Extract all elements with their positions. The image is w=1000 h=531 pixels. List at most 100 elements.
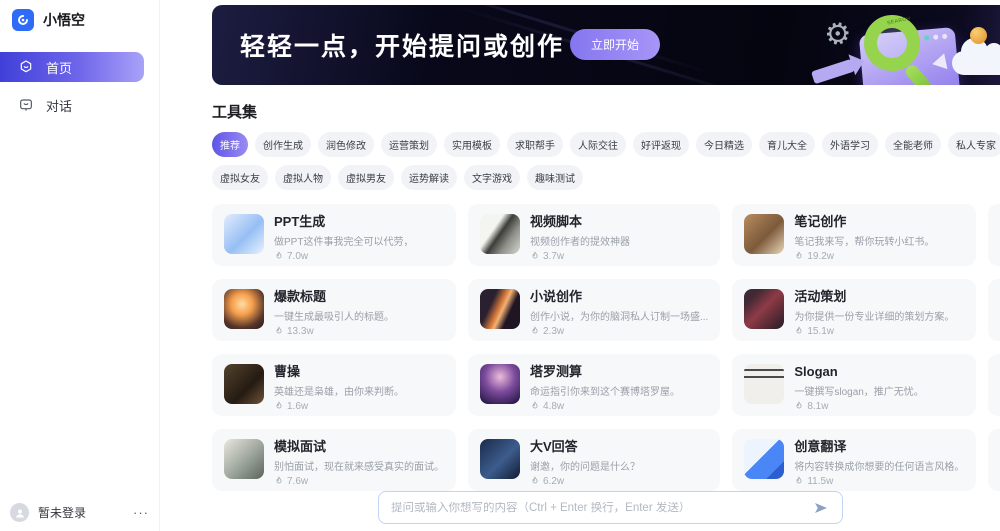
tool-card-girl-next-door[interactable]: 邻家妹妹 有这样的女朋友真是有福气呀~ 4.5w [988,204,1000,266]
user-avatar-icon[interactable] [10,503,29,522]
orange-ball-art [970,27,987,44]
tag-pill[interactable]: 全能老师 [885,132,941,157]
sidebar-item-chat[interactable]: 对话 [0,90,144,120]
tag-pill-active[interactable]: 推荐 [212,132,248,157]
flame-icon [794,326,804,336]
sidebar-nav: 首页 对话 [0,52,159,120]
flame-icon [274,251,284,261]
tag-pill[interactable]: 虚拟人物 [275,165,331,190]
tool-thumbnail [744,289,784,329]
section-title: 工具集 [212,101,257,122]
tag-pill[interactable]: 实用模板 [444,132,500,157]
tool-desc: 谢邀，你的问题是什么？ [530,458,708,473]
tool-desc: 英雄还是枭雄，由你来判断。 [274,383,444,398]
flame-icon [794,476,804,486]
usage-count: 3.7w [543,251,564,262]
send-icon[interactable] [812,499,830,517]
tool-card-big-v-answer[interactable]: 大V回答 谢邀，你的问题是什么？ 6.2w [468,429,720,491]
tool-title: 视频脚本 [530,214,708,230]
wukong-logo-icon [12,9,34,31]
tool-card-mind-tree-hole[interactable]: 心理树洞 私人心理医生听你倾诉烦恼，回答心理... 4.9w [988,279,1000,341]
tag-pill[interactable]: 虚拟男友 [338,165,394,190]
tag-row-2: 虚拟女友 虚拟人物 虚拟男友 运势解读 文字游戏 趣味测试 [212,165,1000,190]
tool-card-note-writing[interactable]: 笔记创作 笔记我来写，帮你玩转小红书。 19.2w [732,204,976,266]
tag-pill[interactable]: 人际交往 [570,132,626,157]
tool-card-mock-interview[interactable]: 模拟面试 别怕面试，现在就来感受真实的面试。 7.6w [212,429,456,491]
usage-count: 7.6w [287,476,308,487]
window-dots [924,34,947,41]
flame-icon [530,401,540,411]
tag-pill[interactable]: 文字游戏 [464,165,520,190]
tag-pill[interactable]: 外语学习 [822,132,878,157]
start-now-button[interactable]: 立即开始 [570,29,660,60]
flame-icon [274,326,284,336]
tool-thumbnail [224,439,264,479]
sidebar-item-label: 首页 [46,58,72,77]
sidebar-item-label: 对话 [46,96,72,115]
usage-count: 7.0w [287,251,308,262]
tool-desc: 做PPT这件事我完全可以代劳， [274,233,444,248]
prompt-composer[interactable] [378,491,843,524]
tag-pill[interactable]: 运势解读 [401,165,457,190]
usage-count: 15.1w [807,326,834,337]
usage-count: 6.2w [543,476,564,487]
tool-thumbnail [224,364,264,404]
more-options-button[interactable]: ··· [133,505,149,520]
tool-card-creative-translation[interactable]: 创意翻译 将内容转换成你想要的任何语言风格。 11.5w [732,429,976,491]
tool-card-ppt[interactable]: PPT生成 做PPT这件事我完全可以代劳， 7.0w [212,204,456,266]
flame-icon [530,326,540,336]
tool-card-slogan[interactable]: Slogan 一键撰写slogan，推广无忧。 8.1w [732,354,976,416]
home-hexagon-icon [18,59,34,75]
tool-card-event-planning[interactable]: 活动策划 为你提供一份专业详细的策划方案。 15.1w [732,279,976,341]
tool-desc: 创作小说，为你的脑洞私人订制一场盛... [530,308,708,323]
tag-pill[interactable]: 求职帮手 [507,132,563,157]
tag-pill[interactable]: 趣味测试 [527,165,583,190]
app-logo[interactable]: 小悟空 [0,0,159,40]
tool-card-caocao[interactable]: 曹操 英雄还是枭雄，由你来判断。 1.6w [212,354,456,416]
tool-thumbnail [480,214,520,254]
tool-title: 大V回答 [530,439,708,455]
main-content: 轻轻一点，开始提问或创作 立即开始 ⚙ SEARCH 工具集 推荐 创作生成 润… [160,0,1000,531]
tool-thumbnail [744,214,784,254]
flame-icon [530,251,540,261]
sidebar: 小悟空 首页 对话 暂未登录 ··· [0,0,160,531]
tag-pill[interactable]: 私人专家 [948,132,1000,157]
tool-desc: 别怕面试，现在就来感受真实的面试。 [274,458,444,473]
tag-pill[interactable]: 好评返现 [633,132,689,157]
tool-desc: 一键生成最吸引人的标题。 [274,308,444,323]
usage-count: 8.1w [807,401,828,412]
tool-card-hot-title[interactable]: 爆款标题 一键生成最吸引人的标题。 13.3w [212,279,456,341]
chat-icon [18,97,34,113]
flame-icon [794,401,804,411]
usage-count: 2.3w [543,326,564,337]
tool-thumbnail [224,214,264,254]
tool-card-tarot[interactable]: 塔罗测算 命运指引你来到这个赛博塔罗屋。 4.8w [468,354,720,416]
sidebar-item-home[interactable]: 首页 [0,52,144,82]
tool-card-novel-writing[interactable]: 小说创作 创作小说，为你的脑洞私人订制一场盛... 2.3w [468,279,720,341]
tag-pill[interactable]: 润色修改 [318,132,374,157]
tag-pill[interactable]: 育儿大全 [759,132,815,157]
tool-title: 曹操 [274,364,444,380]
magnifier-label: SEARCH [887,16,912,27]
tools-header: 工具集 [212,101,1000,122]
tool-card-write-poem[interactable]: 为你写诗 情之所至，词之所识。 13.8w [988,354,1000,416]
banner-headline: 轻轻一点，开始提问或创作 [240,27,564,63]
usage-count: 4.8w [543,401,564,412]
gear-icon: ⚙ [820,14,855,54]
tools-grid: PPT生成 做PPT这件事我完全可以代劳， 7.0w 视频脚本 视频创作者的提效… [212,204,1000,491]
magnifier-icon: SEARCH [864,15,920,71]
tool-desc: 为你提供一份专业详细的策划方案。 [794,308,964,323]
tool-card-video-script[interactable]: 视频脚本 视频创作者的提效神器 3.7w [468,204,720,266]
tool-card-article-generation[interactable]: 文章生成 根据特定主题生成文章，还可以提更多... 18.2w [988,429,1000,491]
tag-pill[interactable]: 运营策划 [381,132,437,157]
tag-pill[interactable]: 今日精选 [696,132,752,157]
flame-icon [530,476,540,486]
promo-banner: 轻轻一点，开始提问或创作 立即开始 ⚙ SEARCH [212,5,1000,85]
tag-pill[interactable]: 虚拟女友 [212,165,268,190]
flame-icon [794,251,804,261]
tag-pill[interactable]: 创作生成 [255,132,311,157]
tool-desc: 命运指引你来到这个赛博塔罗屋。 [530,383,708,398]
tool-thumbnail [744,364,784,404]
flame-icon [274,476,284,486]
prompt-input[interactable] [391,502,804,514]
